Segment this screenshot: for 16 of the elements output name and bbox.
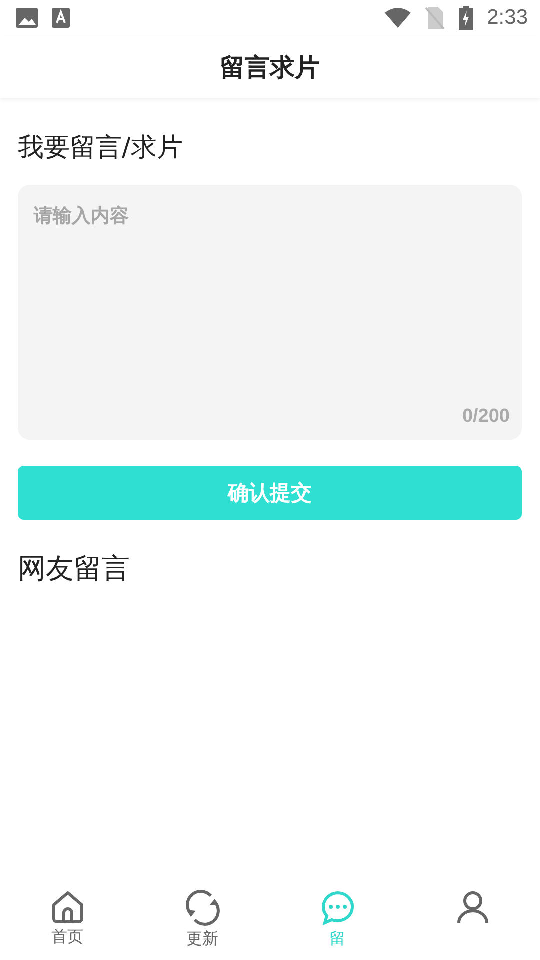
page-title: 留言求片 xyxy=(220,52,320,84)
section-heading: 我要留言/求片 xyxy=(18,132,184,165)
tab-item[interactable]: 更新 xyxy=(135,878,270,960)
text-icon xyxy=(52,8,70,28)
home-icon xyxy=(50,890,84,924)
tab-item[interactable]: 首页 xyxy=(0,878,135,960)
refresh-icon xyxy=(184,890,220,926)
chat-icon xyxy=(320,890,356,926)
battery-icon xyxy=(459,6,474,30)
image-icon xyxy=(16,8,38,28)
character-counter: 0/200 xyxy=(462,406,510,428)
wifi-icon xyxy=(385,8,412,28)
status-time: 2:33 xyxy=(487,6,528,30)
person-icon xyxy=(456,890,490,924)
section-heading: 网友留言 xyxy=(18,552,130,585)
no-sim-icon xyxy=(425,7,446,29)
